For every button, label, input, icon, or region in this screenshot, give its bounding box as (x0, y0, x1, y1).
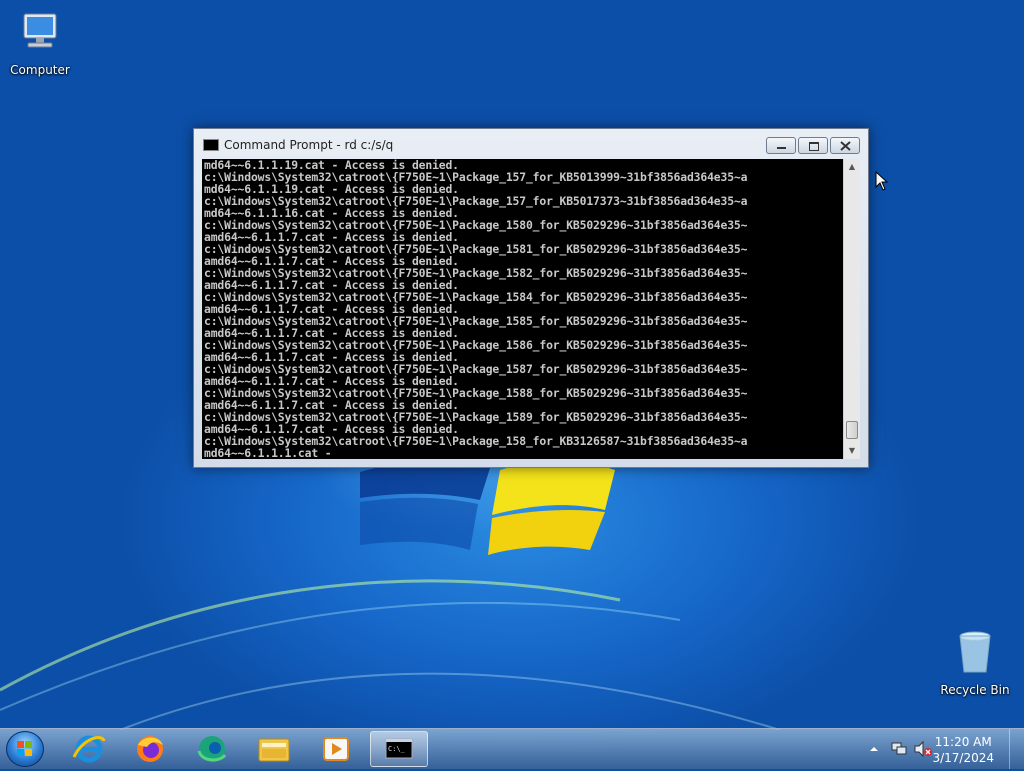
media-player-icon (323, 737, 349, 761)
internet-explorer-icon (72, 735, 106, 763)
file-explorer-icon (258, 738, 290, 762)
recycle-bin-icon (959, 631, 991, 673)
minimize-button[interactable] (766, 137, 796, 154)
minimize-icon (777, 147, 786, 149)
scrollbar-thumb[interactable] (846, 421, 858, 439)
vertical-scrollbar[interactable]: ▲ ▼ (843, 159, 860, 459)
network-tray-icon[interactable] (890, 740, 908, 758)
scroll-up-icon[interactable]: ▲ (844, 159, 860, 175)
chevron-up-icon (870, 747, 878, 751)
clock-date: 3/17/2024 (932, 751, 994, 765)
taskbar-command-prompt[interactable]: C:\_ (370, 731, 428, 767)
maximize-button[interactable] (798, 137, 828, 154)
desktop-icon-label: Computer (10, 63, 70, 77)
scroll-down-icon[interactable]: ▼ (844, 443, 860, 459)
command-prompt-icon (203, 139, 219, 151)
desktop-icon-recycle-bin[interactable]: Recycle Bin (937, 628, 1013, 697)
show-hidden-icons-button[interactable] (868, 741, 880, 755)
edge-icon (197, 736, 227, 762)
taskbar-clock[interactable]: 11:20 AM 3/17/2024 (932, 734, 994, 766)
command-prompt-icon: C:\_ (385, 738, 413, 759)
svg-text:C:\_: C:\_ (388, 745, 406, 753)
show-desktop-button[interactable] (1009, 729, 1024, 769)
start-button[interactable] (6, 731, 44, 767)
window-title: Command Prompt - rd c:/s/q (224, 138, 394, 152)
volume-muted-icon (914, 740, 932, 758)
desktop-icon-label: Recycle Bin (940, 683, 1010, 697)
close-button[interactable] (830, 137, 860, 154)
taskbar-edge[interactable] (185, 731, 239, 767)
taskbar-file-explorer[interactable] (247, 731, 301, 767)
network-icon (891, 742, 907, 755)
desktop-icon-computer[interactable]: Computer (2, 8, 78, 77)
taskbar-internet-explorer[interactable] (62, 731, 116, 767)
taskbar-media-player[interactable] (309, 731, 363, 767)
wallpaper-swoosh (0, 579, 781, 730)
computer-icon (23, 13, 57, 48)
mouse-cursor-icon (875, 171, 889, 191)
taskbar-firefox[interactable] (123, 731, 177, 767)
volume-tray-icon[interactable] (913, 740, 933, 758)
taskbar: C:\_ 11:20 AM 3/17/2024 (0, 728, 1024, 769)
close-icon (840, 141, 851, 151)
console-output[interactable]: md64~~6.1.1.19.cat - Access is denied. c:… (202, 159, 843, 459)
console-text: md64~~6.1.1.19.cat - Access is denied. c:… (202, 159, 843, 459)
firefox-icon (137, 736, 163, 762)
command-prompt-window[interactable]: Command Prompt - rd c:/s/q md64~~6.1.1.1… (193, 128, 869, 468)
console-line: md64~~6.1.1.1.cat - (204, 446, 332, 459)
clock-time: 11:20 AM (934, 735, 992, 749)
windows-logo-icon (17, 741, 32, 756)
window-titlebar[interactable]: Command Prompt - rd c:/s/q (194, 129, 868, 159)
maximize-icon (809, 142, 819, 151)
